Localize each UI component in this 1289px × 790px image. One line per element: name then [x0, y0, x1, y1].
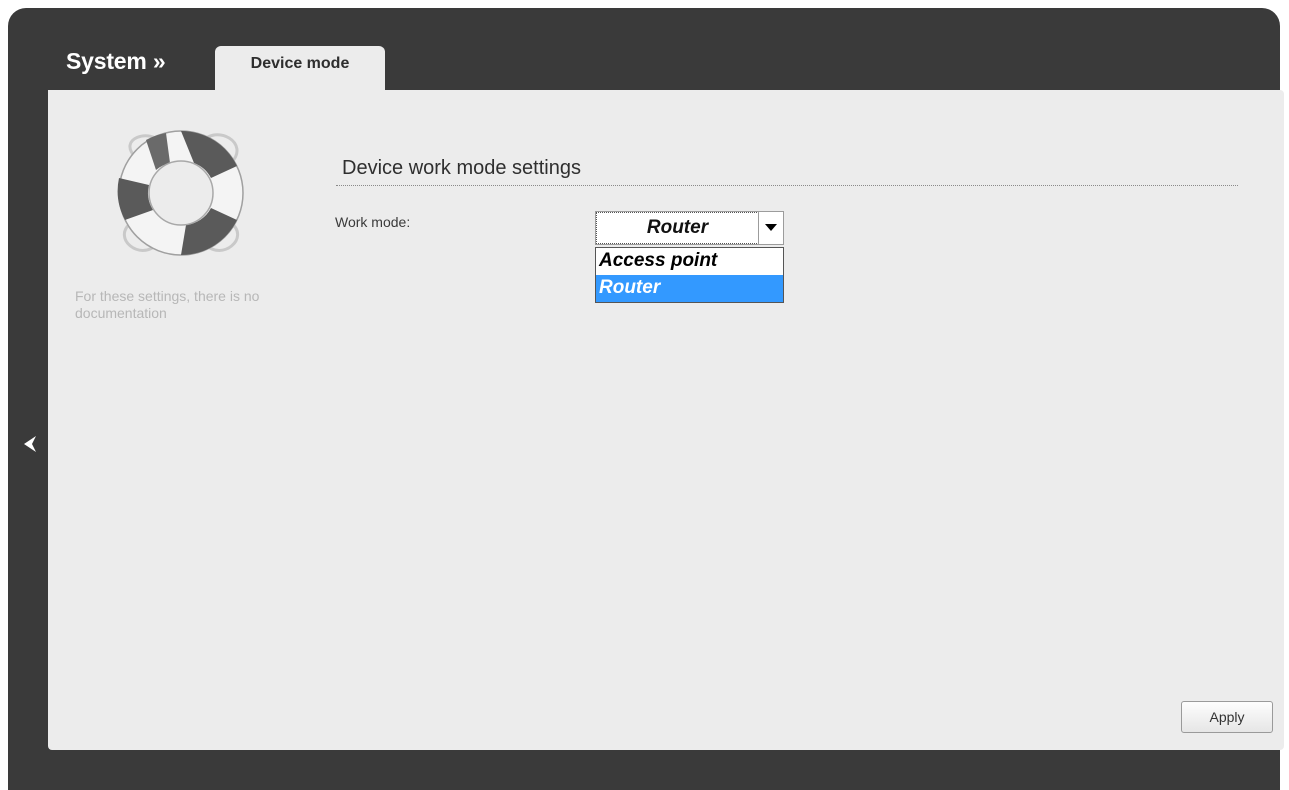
work-mode-select[interactable]: Router — [595, 211, 784, 245]
option-router[interactable]: Router — [596, 275, 783, 302]
work-mode-dropdown: Access point Router — [595, 247, 784, 303]
chevron-left-icon[interactable] — [20, 432, 38, 456]
lifebuoy-icon — [106, 118, 256, 268]
option-access-point[interactable]: Access point — [596, 248, 783, 275]
chevron-down-icon[interactable] — [758, 212, 783, 244]
work-mode-label: Work mode: — [335, 214, 411, 230]
apply-button[interactable]: Apply — [1181, 701, 1273, 733]
section-title: Device work mode settings — [342, 157, 581, 179]
work-mode-selected-value: Router — [596, 212, 759, 244]
section-divider — [336, 185, 1238, 186]
tab-device-mode[interactable]: Device mode — [215, 46, 385, 91]
breadcrumb-root[interactable]: System » — [66, 48, 166, 75]
help-text: For these settings, there is no document… — [75, 288, 260, 321]
